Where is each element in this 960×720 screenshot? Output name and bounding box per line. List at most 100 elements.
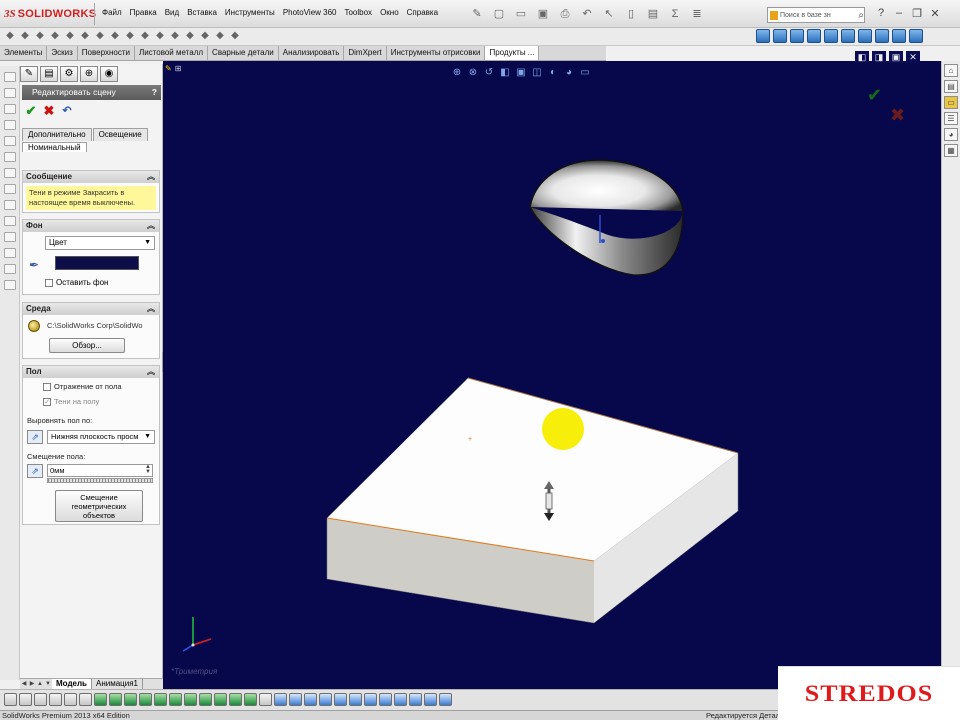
search-icon[interactable]: ⌕ (858, 10, 864, 21)
side-icon-8[interactable] (4, 184, 16, 194)
select-arrow-icon[interactable]: ↖ (602, 8, 616, 20)
menu-help[interactable]: Справка (403, 8, 442, 17)
ok-check-icon[interactable]: ✔ (24, 104, 38, 118)
menu-photoview[interactable]: PhotoView 360 (279, 8, 341, 17)
collapse-chevron-icon[interactable]: ︽ (147, 303, 155, 315)
eyedropper-icon[interactable]: ✒ (29, 258, 39, 272)
doc-maximize-icon[interactable]: ▣ (889, 51, 903, 63)
tool-icon-15[interactable]: ◆ (214, 30, 226, 42)
tool-icon-8[interactable]: ◆ (109, 30, 121, 42)
options-icon[interactable]: ≣ (690, 8, 704, 20)
tab-weldments[interactable]: Сварные детали (208, 46, 279, 60)
feature-manager-tab-icon[interactable]: ✎ (20, 66, 38, 82)
extrude-icon[interactable] (94, 693, 107, 706)
checkbox-box[interactable] (45, 278, 53, 287)
close-window-icon[interactable]: ✕ (926, 7, 944, 20)
sketch-ellipse-icon[interactable] (409, 693, 422, 706)
tab-sheet-metal[interactable]: Листовой металл (135, 46, 209, 60)
tool-icon-3[interactable]: ◆ (34, 30, 46, 42)
hole-icon[interactable] (244, 693, 257, 706)
rebuild-icon[interactable]: ▯ (624, 8, 638, 20)
sketch-trim-icon[interactable] (439, 693, 452, 706)
rib-icon[interactable] (199, 693, 212, 706)
new-document-icon[interactable]: ▢ (492, 8, 506, 20)
tool-icon-2[interactable]: ◆ (19, 30, 31, 42)
offset-direction-icon[interactable]: ⇗ (27, 464, 43, 478)
sketch-fillet-icon[interactable] (424, 693, 437, 706)
tool-icon-13[interactable]: ◆ (184, 30, 196, 42)
file-properties-icon[interactable]: ▤ (646, 8, 660, 20)
boundary-icon[interactable] (154, 693, 167, 706)
tab-sketch[interactable]: Эскиз (47, 46, 78, 60)
chamfer-icon[interactable] (184, 693, 197, 706)
view-back-icon[interactable] (790, 29, 804, 43)
floor-group-header[interactable]: Пол ︽ (23, 366, 159, 378)
pin-icon[interactable]: ✎ (470, 8, 484, 20)
offset-geometry-button[interactable]: Смещение геометрических объектов (55, 490, 143, 522)
tool-icon-11[interactable]: ◆ (154, 30, 166, 42)
sketch-rectangle-icon[interactable] (334, 693, 347, 706)
menu-file[interactable]: Файл (98, 8, 126, 17)
configuration-manager-tab-icon[interactable]: ⚙ (60, 66, 78, 82)
checkbox-checked[interactable]: ✓ (43, 397, 51, 406)
view-palette-icon[interactable]: ☰ (944, 112, 958, 125)
minimize-window-icon[interactable]: – (890, 7, 908, 20)
background-color-swatch[interactable] (55, 256, 139, 270)
shell-icon[interactable] (214, 693, 227, 706)
light-source-sun[interactable] (542, 408, 584, 450)
floor-shadows-checkbox[interactable]: ✓ Тени на полу (43, 397, 99, 406)
help-icon[interactable]: ? (152, 85, 157, 100)
tab-products[interactable]: Продукты ... (485, 46, 540, 60)
fillet-icon[interactable] (169, 693, 182, 706)
floor-plate[interactable] (326, 377, 739, 624)
tab-render-tools[interactable]: Инструменты отрисовки (387, 46, 486, 60)
side-icon-13[interactable] (4, 264, 16, 274)
filter-vertices-icon[interactable] (19, 693, 32, 706)
side-icon-3[interactable] (4, 104, 16, 114)
background-type-select[interactable]: Цвет ▼ (45, 236, 155, 250)
plane-direction-icon[interactable]: ⇗ (27, 430, 43, 444)
tool-icon-7[interactable]: ◆ (94, 30, 106, 42)
view-iso-icon[interactable] (875, 29, 889, 43)
tool-icon-16[interactable]: ◆ (229, 30, 241, 42)
side-icon-6[interactable] (4, 152, 16, 162)
print-icon[interactable]: ⎙ (558, 8, 572, 20)
spin-arrows-icon[interactable]: ▲ ▼ (145, 464, 151, 475)
keep-background-checkbox[interactable]: Оставить фон (45, 278, 108, 287)
sweep-icon[interactable] (124, 693, 137, 706)
tool-icon-5[interactable]: ◆ (64, 30, 76, 42)
collapse-chevron-icon[interactable]: ︽ (147, 171, 155, 183)
custom-properties-icon[interactable]: ▦ (944, 144, 958, 157)
tab-advanced[interactable]: Дополнительно (22, 128, 92, 141)
side-icon-4[interactable] (4, 120, 16, 130)
chrome-dome[interactable] (529, 159, 684, 276)
sketch-circle-icon[interactable] (349, 693, 362, 706)
floor-offset-input[interactable]: 0мм ▲ ▼ (47, 464, 153, 477)
view-trimetric-icon[interactable] (892, 29, 906, 43)
view-normal-icon[interactable] (756, 29, 770, 43)
checkbox-box[interactable] (43, 382, 51, 391)
graphics-area[interactable]: ✎ ⊞ ⊕ ⊗ ↺ ◧ ▣ ◫ ◐ ◕ ▭ ✔ ✖ + *Триметрия (163, 61, 941, 689)
side-icon-2[interactable] (4, 88, 16, 98)
loft-icon[interactable] (139, 693, 152, 706)
filter-faces-icon[interactable] (49, 693, 62, 706)
view-dimetric-icon[interactable] (909, 29, 923, 43)
tab-surfaces[interactable]: Поверхности (78, 46, 135, 60)
instant3d-icon[interactable] (289, 693, 302, 706)
floor-offset-slider[interactable] (47, 478, 153, 483)
display-manager-tab-icon[interactable]: ◉ (100, 66, 118, 82)
view-right-icon[interactable] (824, 29, 838, 43)
side-icon-12[interactable] (4, 248, 16, 258)
view-front-icon[interactable] (773, 29, 787, 43)
open-folder-icon[interactable]: ▭ (514, 8, 528, 20)
side-icon-5[interactable] (4, 136, 16, 146)
sketch-line-icon[interactable] (319, 693, 332, 706)
sketch-arc-icon[interactable] (364, 693, 377, 706)
environment-group-header[interactable]: Среда ︽ (23, 303, 159, 315)
appearances-icon[interactable]: ◕ (944, 128, 958, 141)
view-top-icon[interactable] (841, 29, 855, 43)
doc-minimize-icon[interactable]: ◧ (855, 51, 869, 63)
tab-evaluate[interactable]: Анализировать (279, 46, 345, 60)
tool-icon-10[interactable]: ◆ (139, 30, 151, 42)
solidworks-logo[interactable]: 3S SOLIDWORKS (4, 6, 96, 22)
